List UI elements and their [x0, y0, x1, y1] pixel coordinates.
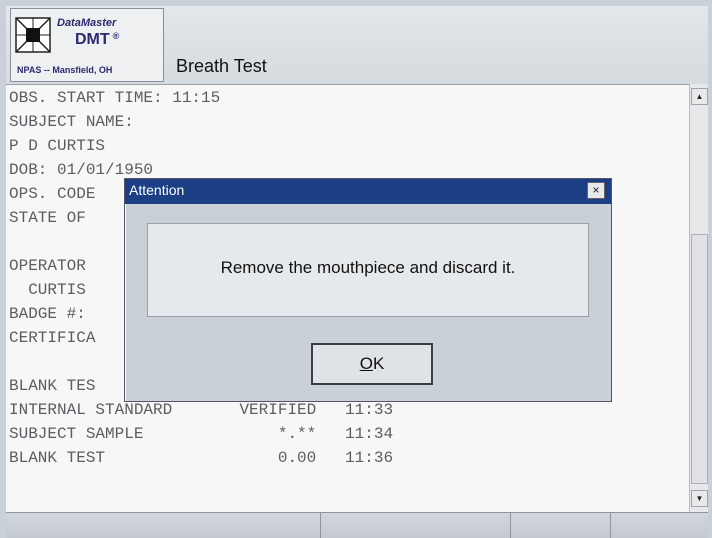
dialog-message-panel: Remove the mouthpiece and discard it.	[147, 223, 589, 317]
close-icon: ×	[592, 183, 600, 197]
record-line: CERTIFICA	[9, 329, 96, 347]
logo-model-name: DMT	[75, 31, 110, 48]
record-line: OBS. START TIME: 11:15	[9, 89, 221, 107]
logo-location-text: NPAS -- Mansfield, OH	[17, 65, 113, 75]
logo-model-text: DMT ®	[75, 31, 119, 49]
ok-button[interactable]: OK	[311, 343, 433, 385]
datamaster-logo-icon	[15, 17, 51, 53]
scroll-thumb[interactable]	[691, 234, 708, 484]
page-title: Breath Test	[176, 56, 267, 76]
vertical-scrollbar[interactable]: ▲ ▼	[689, 84, 708, 512]
dialog-titlebar: Attention ×	[125, 179, 611, 204]
logo-brand-text: DataMaster	[57, 17, 117, 29]
record-line: BADGE #:	[9, 305, 86, 323]
record-line: INTERNAL STANDARD VERIFIED 11:33	[9, 401, 394, 419]
record-line: BLANK TES	[9, 377, 96, 395]
breath-test-screen: DataMaster DMT ® NPAS -- Mansfield, OH Br…	[6, 6, 708, 538]
record-line: P D CURTIS	[9, 137, 106, 155]
function-key-3[interactable]	[510, 513, 611, 538]
header-bar: DataMaster DMT ® NPAS -- Mansfield, OH Br…	[6, 6, 708, 84]
record-line: STATE OF	[9, 209, 86, 227]
record-line: BLANK TEST 0.00 11:36	[9, 449, 394, 467]
ok-button-label-rest: K	[372, 354, 385, 373]
ok-button-mnemonic: O	[359, 354, 373, 373]
record-line: CURTIS	[9, 281, 86, 299]
dialog-title: Attention	[129, 182, 185, 198]
scroll-up-button[interactable]: ▲	[691, 88, 708, 105]
record-line: OPS. CODE	[9, 185, 96, 203]
function-key-bar	[6, 512, 708, 538]
record-line: OPERATOR	[9, 257, 86, 275]
dialog-close-button[interactable]: ×	[587, 182, 605, 199]
function-key-4[interactable]	[610, 513, 708, 538]
arrow-down-icon: ▼	[695, 494, 704, 503]
scroll-down-button[interactable]: ▼	[691, 490, 708, 507]
datamaster-logo: DataMaster DMT ® NPAS -- Mansfield, OH	[10, 8, 164, 82]
dialog-message: Remove the mouthpiece and discard it.	[220, 258, 516, 277]
function-key-1[interactable]	[6, 513, 321, 538]
attention-dialog: Attention × Remove the mouthpiece and di…	[124, 178, 612, 402]
registered-mark: ®	[112, 31, 120, 41]
record-line: SUBJECT NAME:	[9, 113, 134, 131]
record-line: SUBJECT SAMPLE *.** 11:34	[9, 425, 394, 443]
function-key-2[interactable]	[320, 513, 511, 538]
arrow-up-icon: ▲	[695, 92, 704, 101]
